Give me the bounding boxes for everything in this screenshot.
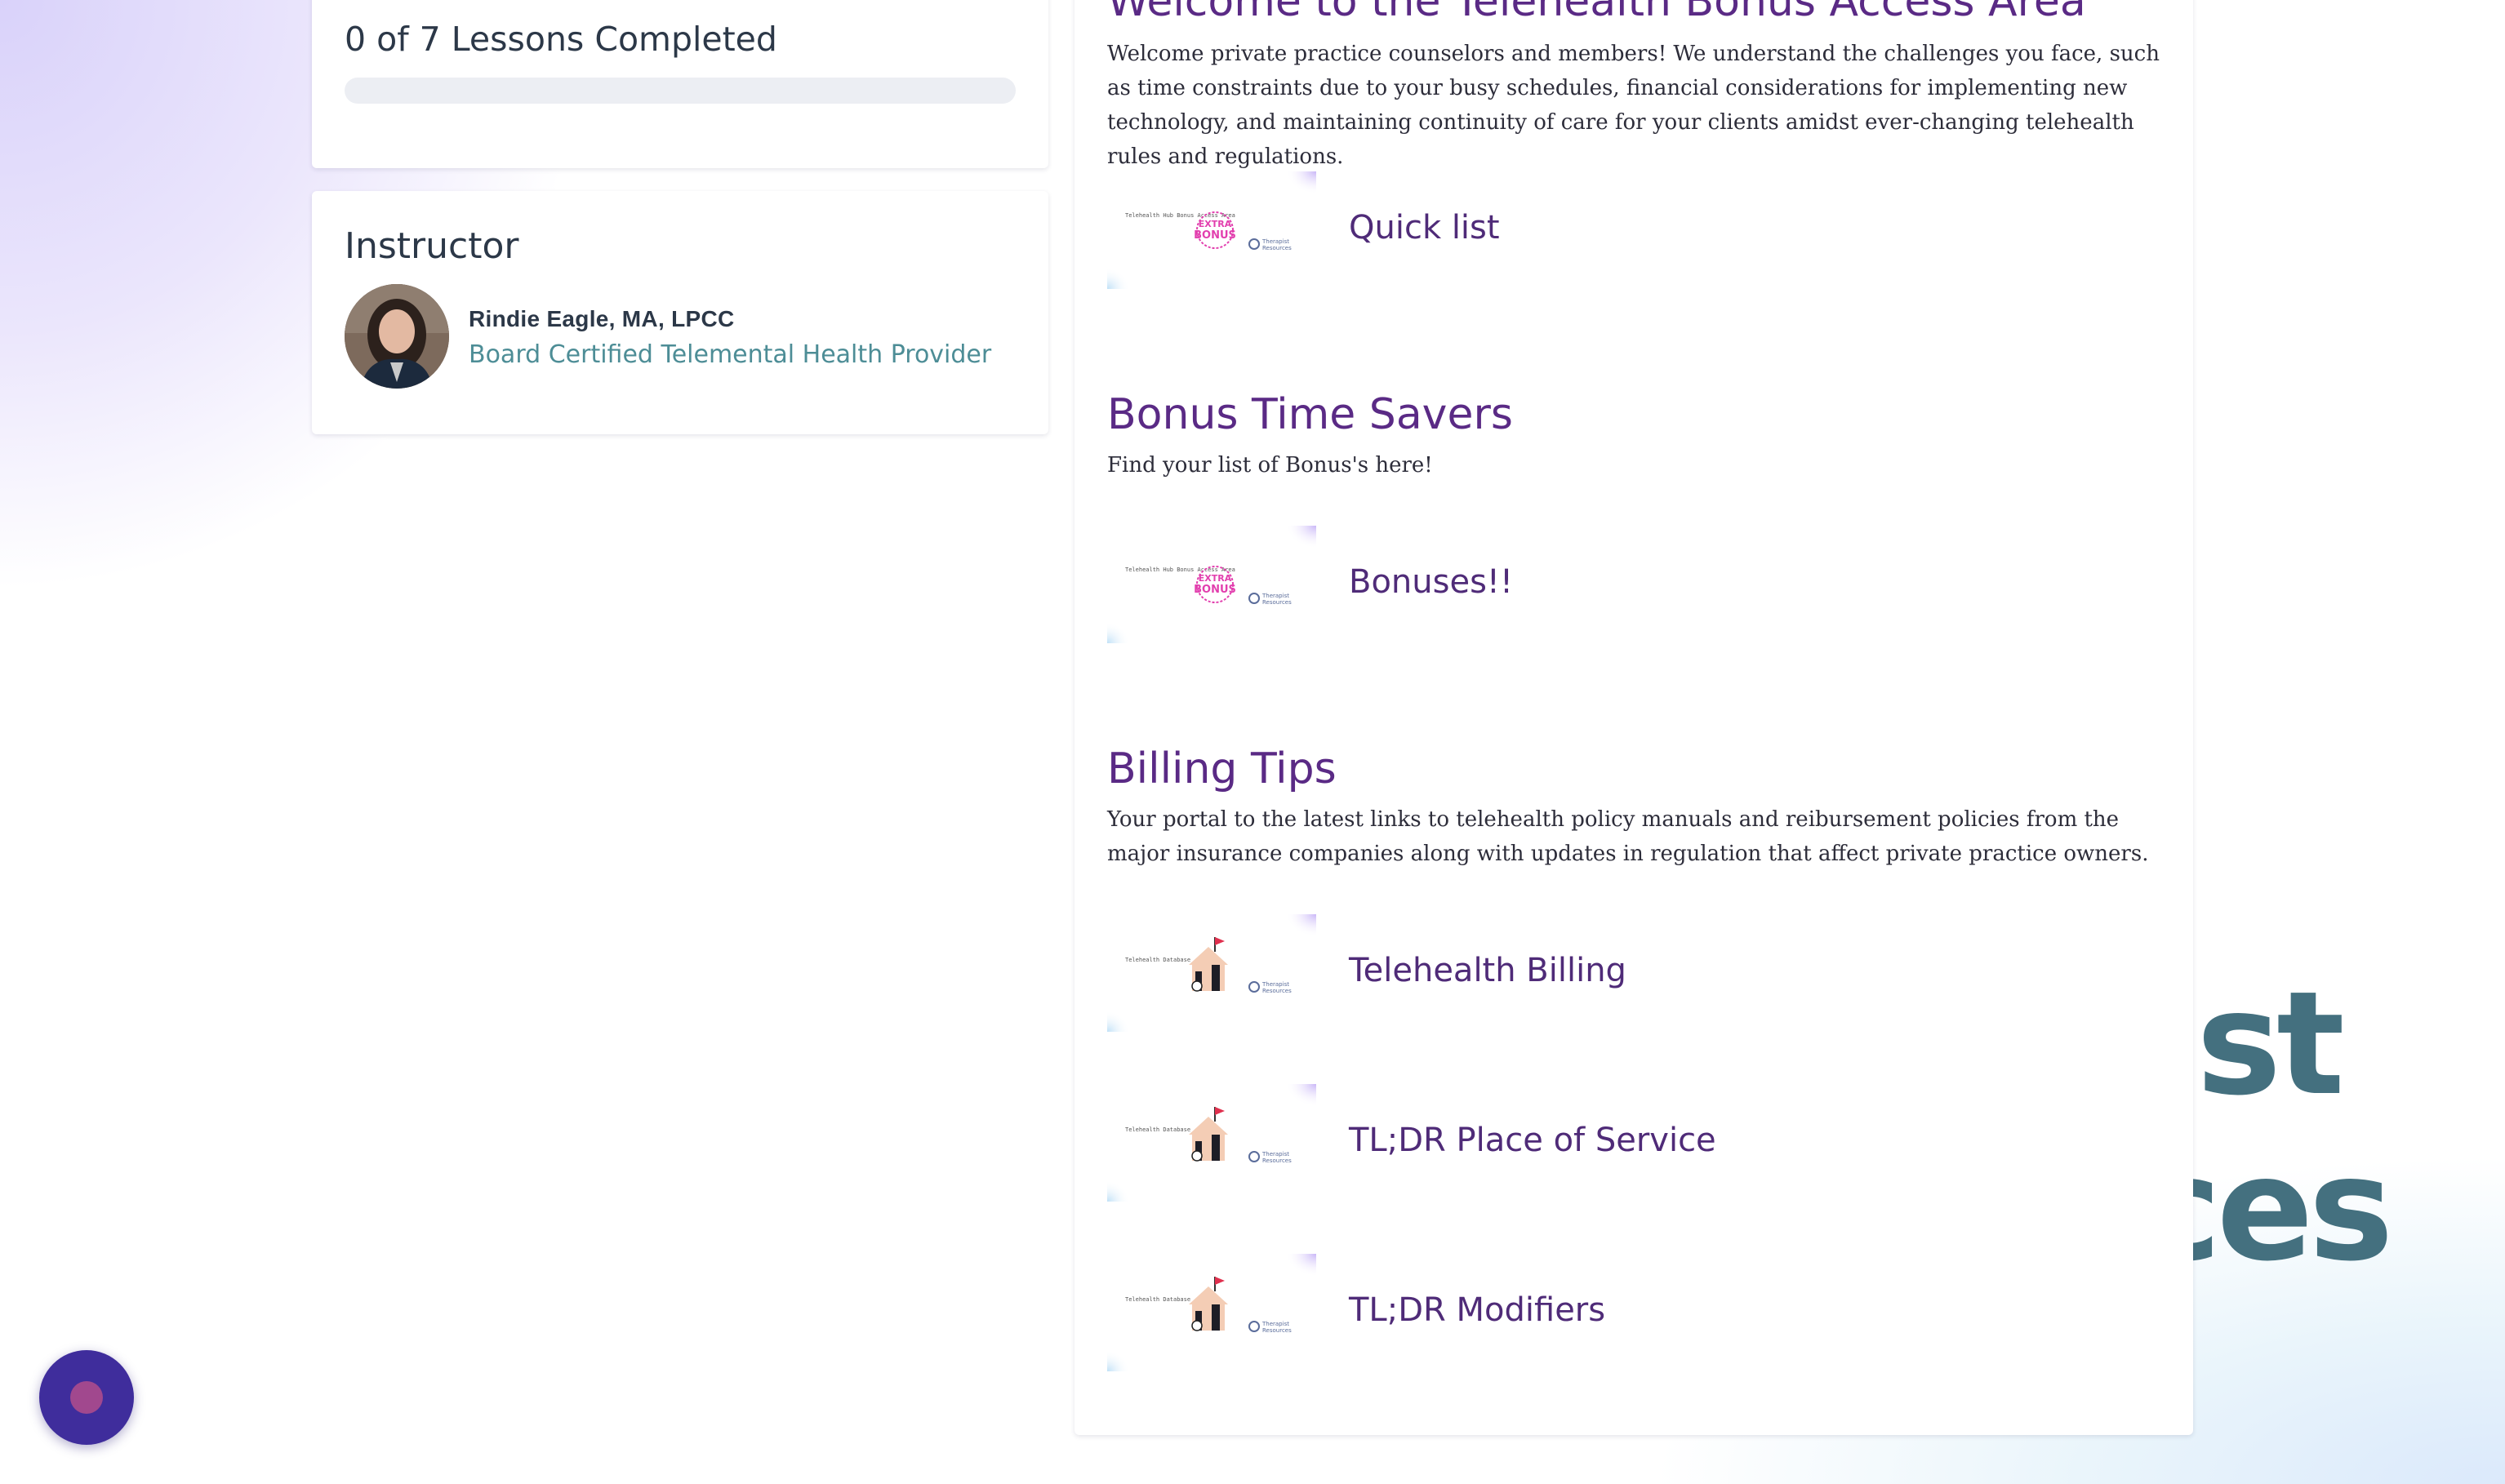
svg-text:Therapist: Therapist <box>1261 593 1289 599</box>
svg-text:Therapist: Therapist <box>1261 981 1289 988</box>
lesson-bonuses[interactable]: Telehealth Hub Bonus Access Area Therapi… <box>1107 526 1842 643</box>
section-description: Find your list of Bonus's here! <box>1107 453 1433 478</box>
svg-text:Therapist: Therapist <box>1261 1151 1289 1157</box>
section-billing-tips: Billing Tips Your portal to the latest l… <box>1107 744 2160 871</box>
svg-text:EXTRA: EXTRA <box>1199 573 1232 584</box>
section-title: Bonus Time Savers <box>1107 390 1513 439</box>
lesson-thumbnail: Telehealth Hub Bonus Access Area Therapi… <box>1107 171 1316 289</box>
lesson-label[interactable]: Bonuses!! <box>1349 563 1513 601</box>
lesson-thumbnail: Telehealth Database Therapist Resources <box>1107 914 1316 1032</box>
thumbnail-graphic: Telehealth Hub Bonus Access Area Therapi… <box>1107 171 1316 289</box>
progress-title: 0 of 7 Lessons Completed <box>345 20 777 59</box>
lesson-modifiers[interactable]: Telehealth Database Therapist Resources … <box>1107 1254 1842 1371</box>
thumbnail-graphic: Telehealth Database Therapist Resources <box>1107 914 1316 1032</box>
lesson-label[interactable]: Telehealth Billing <box>1349 952 1626 989</box>
svg-text:BONUS: BONUS <box>1194 229 1236 242</box>
instructor-card: Instructor Rindie Eagle, MA, LPCC Board … <box>312 191 1048 434</box>
section-welcome: Welcome to the Telehealth Bonus Access A… <box>1107 0 2160 174</box>
lesson-place-of-service[interactable]: Telehealth Database Therapist Resources … <box>1107 1084 1842 1202</box>
lesson-quick-list[interactable]: Telehealth Hub Bonus Access Area Therapi… <box>1107 171 1842 289</box>
svg-text:BONUS: BONUS <box>1194 584 1236 596</box>
lesson-thumbnail: Telehealth Database Therapist Resources <box>1107 1254 1316 1371</box>
chat-icon <box>70 1381 103 1414</box>
thumbnail-graphic: Telehealth Database Therapist Resources <box>1107 1254 1316 1371</box>
section-description: Your portal to the latest links to teleh… <box>1107 807 2149 867</box>
instructor-heading: Instructor <box>345 225 519 267</box>
lesson-label[interactable]: TL;DR Modifiers <box>1349 1291 1605 1329</box>
lesson-telehealth-billing[interactable]: Telehealth Database Therapist Resources … <box>1107 914 1842 1032</box>
section-title: Welcome to the Telehealth Bonus Access A… <box>1107 0 2086 26</box>
course-content-card: Welcome to the Telehealth Bonus Access A… <box>1075 0 2193 1435</box>
svg-text:Resources: Resources <box>1262 599 1292 606</box>
svg-text:Therapist: Therapist <box>1261 238 1289 245</box>
svg-text:Telehealth Database: Telehealth Database <box>1125 957 1190 963</box>
lesson-label[interactable]: Quick list <box>1349 209 1500 247</box>
svg-text:Resources: Resources <box>1262 245 1292 251</box>
instructor-name: Rindie Eagle, MA, LPCC <box>469 306 735 331</box>
section-title: Billing Tips <box>1107 744 1337 793</box>
thumbnail-graphic: Telehealth Hub Bonus Access Area Therapi… <box>1107 526 1316 643</box>
svg-text:Therapist: Therapist <box>1261 1321 1289 1327</box>
chat-widget-button[interactable] <box>39 1350 134 1445</box>
svg-text:Resources: Resources <box>1262 1157 1292 1164</box>
svg-text:Resources: Resources <box>1262 988 1292 994</box>
lesson-thumbnail: Telehealth Hub Bonus Access Area Therapi… <box>1107 526 1316 643</box>
instructor-role[interactable]: Board Certified Telemental Health Provid… <box>469 340 991 369</box>
lesson-label[interactable]: TL;DR Place of Service <box>1349 1122 1716 1159</box>
progress-bar <box>345 78 1016 104</box>
lesson-thumbnail: Telehealth Database Therapist Resources <box>1107 1084 1316 1202</box>
section-bonus-time-savers: Bonus Time Savers Find your list of Bonu… <box>1107 390 2160 482</box>
svg-text:EXTRA: EXTRA <box>1199 219 1232 229</box>
thumbnail-graphic: Telehealth Database Therapist Resources <box>1107 1084 1316 1202</box>
svg-text:Telehealth Database: Telehealth Database <box>1125 1296 1190 1303</box>
svg-text:Telehealth Database: Telehealth Database <box>1125 1126 1190 1133</box>
svg-text:Resources: Resources <box>1262 1327 1292 1334</box>
progress-card: 0 of 7 Lessons Completed <box>312 0 1048 168</box>
section-description: Welcome private practice counselors and … <box>1107 42 2160 170</box>
instructor-avatar <box>345 284 449 389</box>
